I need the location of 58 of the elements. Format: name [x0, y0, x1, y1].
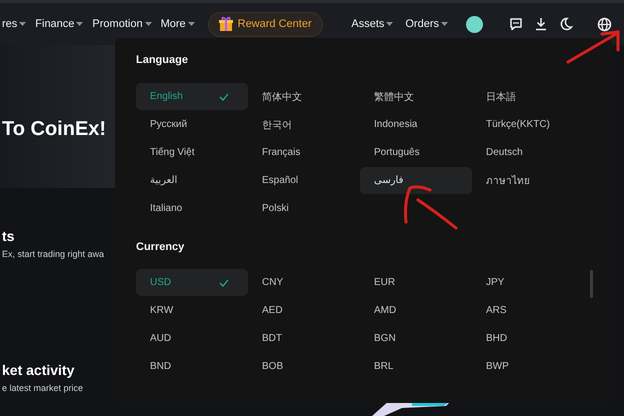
currency-option[interactable]: EUR [360, 269, 472, 296]
section-text: Ex, start trading right awa [2, 249, 106, 259]
currency-option[interactable]: BHD [472, 325, 584, 352]
language-option[interactable]: 한국어 [248, 111, 360, 138]
language-option[interactable]: ภาษาไทย [472, 167, 584, 194]
language-option[interactable]: Français [248, 139, 360, 166]
currency-option[interactable]: BOB [248, 353, 360, 380]
language-option[interactable]: 简体中文 [248, 83, 360, 110]
language-option[interactable]: English [136, 83, 248, 110]
currency-option[interactable]: BRL [360, 353, 472, 380]
nav-menu-item[interactable]: More [160, 18, 195, 30]
gift-icon [218, 16, 234, 32]
currency-option[interactable]: BND [136, 353, 248, 380]
language-option[interactable]: Deutsch [472, 139, 584, 166]
check-icon [219, 92, 229, 100]
nav-menu-item[interactable]: Assets [351, 18, 394, 30]
language-option[interactable]: Polski [248, 195, 360, 222]
nav-menu-item[interactable]: Orders [405, 18, 448, 30]
nav-menu-item[interactable]: res [2, 18, 26, 30]
currency-option[interactable]: AUD [136, 325, 248, 352]
currency-option[interactable]: USD [136, 269, 248, 296]
currency-option[interactable]: CNY [248, 269, 360, 296]
section-heading: Language [136, 53, 189, 68]
language-option[interactable]: Türkçe(KKTC) [472, 111, 584, 138]
section-title: ket activity [2, 362, 76, 378]
currency-option[interactable]: AED [248, 297, 360, 324]
currency-option[interactable]: BDT [248, 325, 360, 352]
language-option[interactable]: Português [360, 139, 472, 166]
nav-menu-item[interactable]: Promotion [92, 18, 152, 30]
section-heading: Currency [136, 240, 186, 255]
language-option[interactable]: فارسی [360, 167, 472, 194]
moon-icon[interactable] [559, 17, 573, 31]
section-text: e latest market price [2, 383, 84, 393]
download-icon[interactable] [534, 17, 548, 31]
language-option[interactable]: Indonesia [360, 111, 472, 138]
nav-menu-item[interactable]: Finance [35, 18, 84, 30]
language-option[interactable]: 日本語 [472, 83, 584, 110]
language-option[interactable]: Tiếng Việt [136, 139, 248, 166]
language-option[interactable]: العربية [136, 167, 248, 194]
check-icon [219, 278, 229, 286]
currency-option[interactable]: AMD [360, 297, 472, 324]
language-option[interactable]: Русский [136, 111, 248, 138]
chat-icon[interactable] [509, 17, 523, 31]
language-option[interactable]: Español [248, 167, 360, 194]
currency-option[interactable]: ARS [472, 297, 584, 324]
avatar-icon[interactable] [466, 16, 483, 32]
currency-option[interactable]: JPY [472, 269, 584, 296]
language-option[interactable]: 繁體中文 [360, 83, 472, 110]
scrollbar-thumb[interactable] [590, 270, 593, 298]
currency-option[interactable]: BGN [360, 325, 472, 352]
reward-center-button[interactable]: Reward Center [208, 12, 323, 36]
globe-icon[interactable] [597, 16, 612, 32]
currency-option[interactable]: KRW [136, 297, 248, 324]
annotation-arrow [566, 30, 622, 64]
language-option[interactable]: Italiano [136, 195, 248, 222]
currency-option[interactable]: BWP [472, 353, 584, 380]
hero-title: To CoinEx! [2, 118, 106, 141]
section-title: ts [2, 228, 16, 244]
